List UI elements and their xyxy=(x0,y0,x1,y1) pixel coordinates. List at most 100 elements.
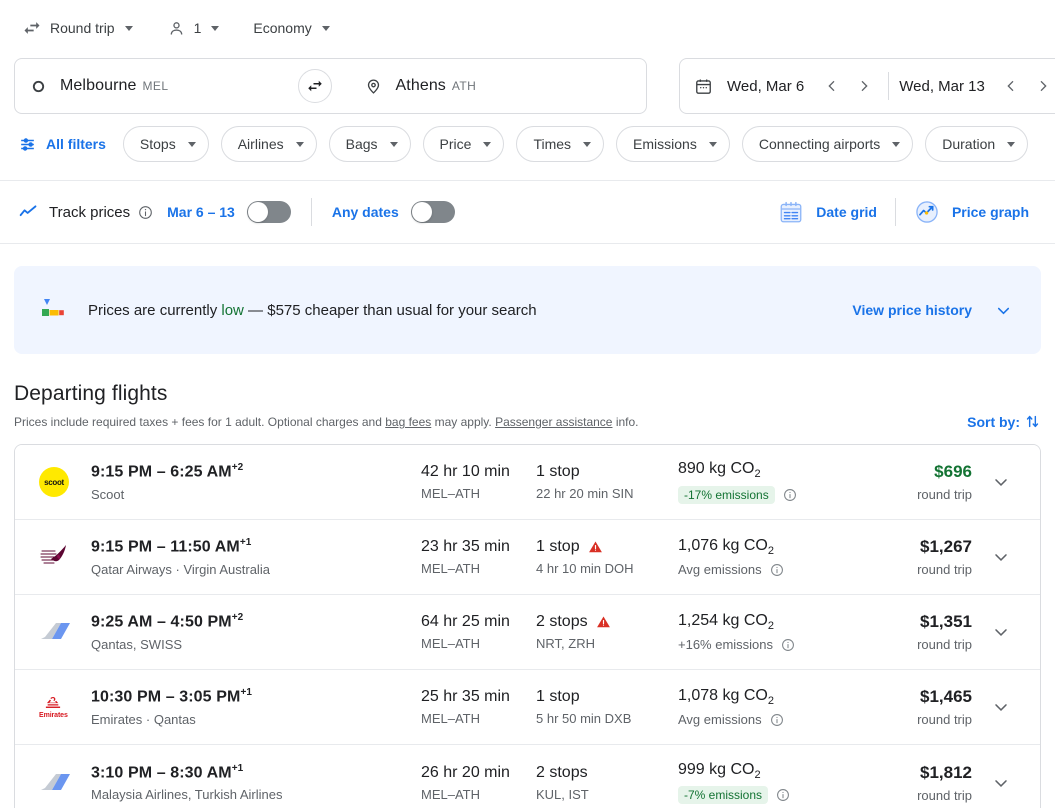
airline-names: Malaysia Airlines, Turkish Airlines xyxy=(91,787,283,803)
trip-type-selector[interactable]: Round trip xyxy=(14,10,141,46)
view-tools-group: Date grid Price graph xyxy=(770,198,1037,226)
expand-chevron-icon[interactable] xyxy=(991,773,1011,793)
price-graph-label: Price graph xyxy=(951,204,1029,220)
flight-price: $1,351 xyxy=(920,612,972,631)
emissions-badge-row: -17% emissions xyxy=(678,485,864,504)
stops-count: 1 stop xyxy=(536,463,580,480)
flight-times: 10:30 PM – 3:05 PM+1 xyxy=(91,687,253,706)
airline-names: Qatar Airways · Virgin Australia xyxy=(91,561,270,577)
depart-next-day-button[interactable] xyxy=(850,72,878,100)
chevron-down-icon xyxy=(211,25,220,31)
expand-chevron-icon[interactable] xyxy=(991,622,1011,642)
filter-chip-bags[interactable]: Bags xyxy=(328,126,411,162)
emissions-cell: 1,078 kg CO2 Avg emissions xyxy=(678,687,864,727)
expand-flight-button[interactable] xyxy=(978,697,1024,717)
track-divider xyxy=(310,198,312,226)
stops-count: 2 stops xyxy=(536,763,588,781)
banner-status: low xyxy=(221,301,244,319)
track-prices-toggle[interactable] xyxy=(246,201,291,223)
price-gauge-icon xyxy=(36,297,66,323)
flight-result-row[interactable]: 9:15 PM – 11:50 AM+1 Qatar Airways · Virg… xyxy=(15,520,1040,595)
emissions-info-icon[interactable] xyxy=(781,638,795,652)
any-dates-toggle[interactable] xyxy=(410,201,455,223)
chevron-right-icon xyxy=(1040,80,1047,92)
generic-airline-logo xyxy=(41,773,70,790)
destination-input[interactable]: Athens ATH xyxy=(331,59,647,113)
sort-by-label: Sort by: xyxy=(967,413,1020,430)
passenger-assistance-link[interactable]: Passenger assistance xyxy=(495,415,612,429)
return-next-day-button[interactable] xyxy=(1029,72,1055,100)
destination-city: Athens xyxy=(395,77,446,94)
warning-icon xyxy=(596,616,610,628)
stops-cell: 1 stop 5 hr 50 min DXB xyxy=(536,688,678,726)
view-price-history-label: View price history xyxy=(852,302,972,318)
chip-label: Connecting airports xyxy=(758,136,881,152)
emissions-info-icon[interactable] xyxy=(783,488,797,502)
expand-chevron-icon[interactable] xyxy=(991,547,1011,567)
depart-date-field[interactable]: Wed, Mar 6 xyxy=(694,72,878,100)
search-bar: Melbourne MEL Athens ATH Wed, Mar 6 Wed,… xyxy=(0,56,1055,116)
chevron-down-icon xyxy=(994,301,1013,320)
flight-result-row[interactable]: 3:10 PM – 8:30 AM+1 Malaysia Airlines, Tu… xyxy=(15,745,1040,808)
emissions-cell: 890 kg CO2 -17% emissions xyxy=(678,460,864,504)
chip-label: Bags xyxy=(345,136,378,152)
chip-label: Times xyxy=(533,136,572,152)
filter-chip-duration[interactable]: Duration xyxy=(925,126,1029,162)
date-grid-button[interactable]: Date grid xyxy=(770,199,885,225)
stops-count: 1 stop xyxy=(536,538,678,556)
price-cell: $696 round trip xyxy=(864,462,978,502)
expand-chevron-icon[interactable] xyxy=(991,472,1011,492)
emissions-info-icon[interactable] xyxy=(770,713,784,727)
filter-chip-stops[interactable]: Stops xyxy=(122,126,209,162)
date-range-group: Wed, Mar 6 Wed, Mar 13 xyxy=(679,58,1055,114)
emissions-info-icon[interactable] xyxy=(776,788,790,802)
filter-chip-connecting-airports[interactable]: Connecting airports xyxy=(741,126,914,162)
flight-price: $1,267 xyxy=(920,537,972,556)
expand-flight-button[interactable] xyxy=(978,472,1024,492)
filter-chip-price[interactable]: Price xyxy=(422,126,505,162)
emissions-cell: 1,076 kg CO2 Avg emissions xyxy=(678,537,864,577)
passenger-selector[interactable]: 1 xyxy=(159,10,228,46)
chevron-left-icon xyxy=(1007,80,1014,92)
emissions-info-icon[interactable] xyxy=(770,563,784,577)
expand-chevron-icon[interactable] xyxy=(991,697,1011,717)
airline-names: Scoot xyxy=(91,486,125,502)
flight-result-row[interactable]: 9:25 AM – 4:50 PM+2 Qantas, SWISS 64 hr 25… xyxy=(15,595,1040,670)
swap-horizontal-icon xyxy=(22,18,42,38)
flight-result-row[interactable]: Emirates 10:30 PM – 3:05 PM+1 Emirates · Q… xyxy=(15,670,1040,745)
flight-result-row[interactable]: scoot 9:15 PM – 6:25 AM+2 Scoot 42 hr 10 mi… xyxy=(15,445,1040,520)
emissions-value: 890 kg CO2 xyxy=(678,460,761,481)
chevron-down-icon xyxy=(708,141,717,147)
filter-chip-airlines[interactable]: Airlines xyxy=(220,126,317,162)
qatar-airways-logo xyxy=(40,545,66,564)
all-filters-button[interactable]: All filters xyxy=(18,135,106,154)
cabin-class-selector[interactable]: Economy xyxy=(245,10,337,46)
price-disclaimer: Prices include required taxes + fees for… xyxy=(14,414,639,430)
depart-prev-day-button[interactable] xyxy=(818,72,846,100)
return-prev-day-button[interactable] xyxy=(997,72,1025,100)
swap-button[interactable] xyxy=(298,69,332,103)
day-offset: +1 xyxy=(231,762,244,774)
expand-flight-button[interactable] xyxy=(978,773,1024,793)
bag-fees-link[interactable]: bag fees xyxy=(385,415,431,429)
flight-times-cell: 10:30 PM – 3:05 PM+1 Emirates · Qantas xyxy=(91,687,421,726)
sort-by-button[interactable]: Sort by: xyxy=(967,413,1041,430)
places-group: Melbourne MEL Athens ATH xyxy=(14,58,647,114)
filter-chip-times[interactable]: Times xyxy=(516,126,605,162)
price-trip-type: round trip xyxy=(917,637,972,652)
filter-chip-emissions[interactable]: Emissions xyxy=(616,126,730,162)
expand-flight-button[interactable] xyxy=(978,547,1024,567)
stops-count: 1 stop xyxy=(536,688,580,705)
view-price-history-button[interactable]: View price history xyxy=(852,301,1013,320)
emissions-note: Avg emissions xyxy=(678,712,762,728)
date-divider xyxy=(888,72,890,100)
price-graph-button[interactable]: Price graph xyxy=(906,199,1037,225)
info-icon[interactable] xyxy=(138,205,153,220)
divider-under-track xyxy=(0,243,1055,244)
return-date-field[interactable]: Wed, Mar 13 xyxy=(899,72,1055,100)
price-graph-icon xyxy=(914,199,940,225)
expand-flight-button[interactable] xyxy=(978,622,1024,642)
emirates-logo: Emirates xyxy=(39,695,68,719)
emissions-badge-row: Avg emissions xyxy=(678,562,864,577)
origin-input[interactable]: Melbourne MEL xyxy=(15,59,331,113)
